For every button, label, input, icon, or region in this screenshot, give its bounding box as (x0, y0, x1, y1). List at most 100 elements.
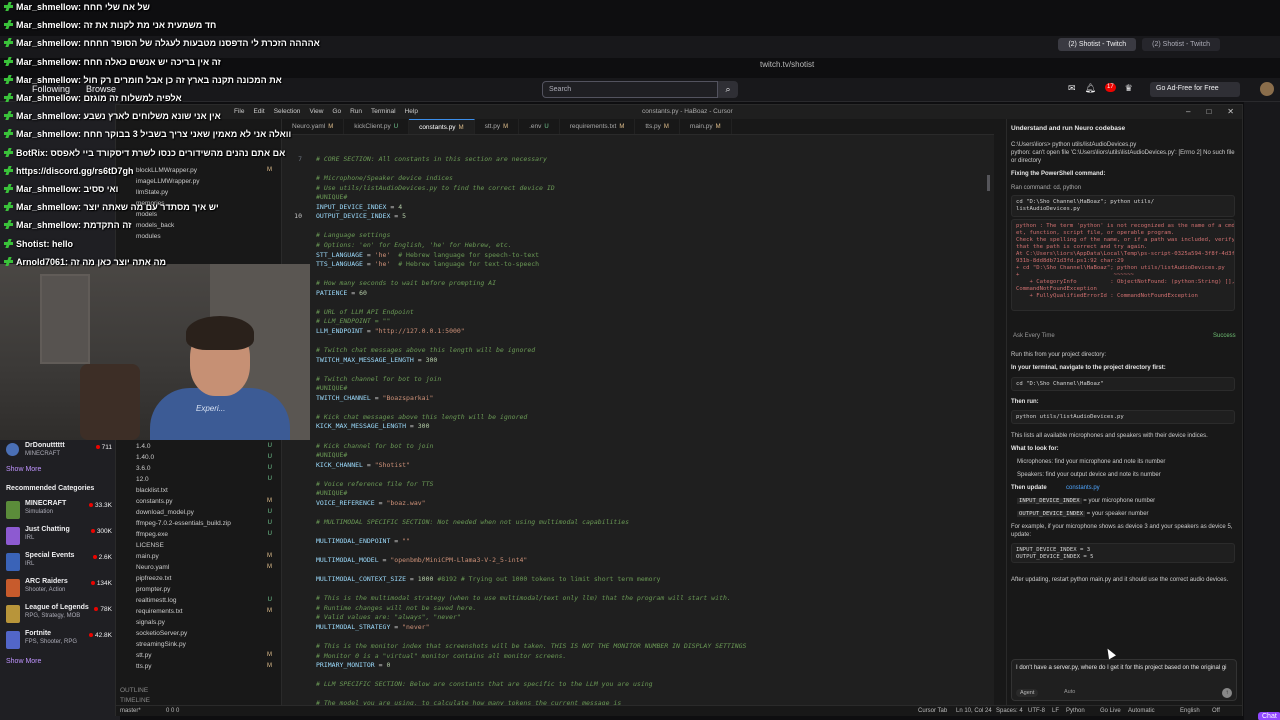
explorer-item[interactable]: Neuro.yaml M (136, 564, 276, 574)
avatar[interactable] (1260, 82, 1274, 96)
explorer-item[interactable]: 3.6.0 U (136, 465, 276, 475)
browser-tab[interactable]: (2) Shotist - Twitch (1142, 38, 1220, 51)
explorer-item[interactable]: realtimestt.log U (136, 597, 276, 607)
chat-button[interactable]: Chat (1258, 712, 1280, 720)
explorer-item[interactable]: main.py M (136, 553, 276, 563)
automatic-mode[interactable]: Automatic (1128, 708, 1155, 714)
editor-tab[interactable]: stt.py M (475, 119, 520, 134)
show-more-link[interactable]: Show More (6, 658, 41, 665)
explorer-item[interactable]: tts.py M (136, 663, 276, 673)
category-item[interactable]: Special Events IRL 2.6K (6, 552, 116, 574)
explorer-item[interactable]: blacklist.txt (136, 487, 276, 497)
address-bar[interactable]: twitch.tv/shotist (760, 60, 940, 74)
search-icon[interactable]: ⌕ (718, 81, 738, 98)
chat-username[interactable]: Mar_shmellow (16, 38, 78, 48)
explorer-item[interactable]: constants.py M (136, 498, 276, 508)
go-live[interactable]: Go Live (1100, 708, 1121, 714)
menu-run[interactable]: Run (350, 108, 362, 115)
followed-channel[interactable]: DrDonutttttt MINECRAFT 711 (6, 442, 116, 464)
explorer-item[interactable]: socketioServer.py (136, 630, 276, 640)
language-mode[interactable]: Python (1066, 708, 1085, 714)
notification-count: 17 (1104, 83, 1116, 92)
chat-username[interactable]: Mar_shmellow (16, 93, 78, 103)
explorer-item[interactable]: 1.40.0 U (136, 454, 276, 464)
chat-username[interactable]: Mar_shmellow (16, 220, 78, 230)
notifications-icon[interactable]: 🔔︎ (1085, 83, 1096, 94)
editor-tab[interactable]: main.py M (680, 119, 732, 134)
inbox-icon[interactable]: ✉ (1068, 83, 1076, 94)
run-command[interactable]: python utils/listAudioDevices.py (1011, 410, 1235, 424)
chat-username[interactable]: Shotist (16, 239, 47, 249)
chat-username[interactable]: Mar_shmellow (16, 75, 78, 85)
category-item[interactable]: League of Legends RPG, Strategy, MOB 78K (6, 604, 116, 626)
chat-username[interactable]: BotRix (16, 148, 45, 158)
example-code[interactable]: INPUT_DEVICE_INDEX = 3 OUTPUT_DEVICE_IND… (1011, 543, 1235, 563)
ad-free-button[interactable]: Go Ad-Free for Free (1150, 82, 1240, 97)
send-icon[interactable]: ↑ (1222, 688, 1232, 698)
off-indicator[interactable]: Off (1212, 708, 1220, 714)
category-item[interactable]: Fortnite FPS, Shooter, RPG 42.8K (6, 630, 116, 652)
editor-tab[interactable]: requirements.txt M (560, 119, 636, 134)
editor-tab[interactable]: .env U (519, 119, 560, 134)
ask-every-time[interactable]: Ask Every Time (1013, 332, 1055, 340)
chat-username[interactable]: Mar_shmellow (16, 184, 78, 194)
chat-input[interactable]: I don't have a server.py, where do I get… (1011, 659, 1237, 701)
command-block[interactable]: cd "D:\Sho Channel\HaBoaz"; python utils… (1011, 195, 1235, 217)
explorer-item[interactable]: stt.py M (136, 652, 276, 662)
show-more-link[interactable]: Show More (6, 466, 41, 473)
chat-username[interactable]: Mar_shmellow (16, 129, 78, 139)
explorer-item[interactable]: pipfreeze.txt (136, 575, 276, 585)
editor-tab[interactable]: tts.py M (635, 119, 680, 134)
explorer-item[interactable]: ffmpeg.exe U (136, 531, 276, 541)
chat-username[interactable]: Mar_shmellow (16, 57, 78, 67)
constants-file-link[interactable]: constants.py (1066, 484, 1100, 492)
crown-icon[interactable]: ♛ (1125, 83, 1133, 94)
menu-help[interactable]: Help (405, 108, 418, 115)
chat-username[interactable]: Mar_shmellow (16, 2, 78, 12)
cursor-tab-status[interactable]: Cursor Tab (918, 708, 947, 714)
explorer-item[interactable]: streamingSink.py (136, 641, 276, 651)
editor-tabs: Neuro.yaml MkickClient.py Uconstants.py Mst… (282, 119, 994, 135)
indentation[interactable]: Spaces: 4 (996, 708, 1023, 714)
explorer-item[interactable]: requirements.txt M (136, 608, 276, 618)
minimize-icon[interactable]: – (1186, 107, 1190, 116)
maximize-icon[interactable]: □ (1206, 107, 1211, 116)
menu-go[interactable]: Go (332, 108, 341, 115)
cd-command[interactable]: cd "D:\Sho Channel\HaBoaz" (1011, 377, 1235, 391)
close-icon[interactable]: ✕ (1227, 107, 1234, 116)
model-select[interactable]: Auto (1064, 689, 1075, 695)
file-name: 1.40.0 (136, 454, 155, 461)
search-input[interactable]: Search (542, 81, 718, 98)
menu-terminal[interactable]: Terminal (371, 108, 396, 115)
category-item[interactable]: ARC Raiders Shooter, Action 134K (6, 578, 116, 600)
editor-tab[interactable]: constants.py M (409, 119, 475, 134)
explorer-item[interactable]: 1.4.0 U (136, 443, 276, 453)
category-item[interactable]: Just Chatting IRL 300K (6, 526, 116, 548)
chat-input-text[interactable]: I don't have a server.py, where do I get… (1016, 664, 1234, 672)
agent-mode-select[interactable]: Agent (1016, 689, 1039, 697)
code-comment: # Monitor 0 is a "virtual" monitor conta… (316, 651, 567, 660)
chat-username[interactable]: Arnold7061 (16, 257, 65, 267)
code-content: PRIMARY_MONITOR = 0 (316, 661, 391, 670)
category-item[interactable]: MINECRAFT Simulation 33.3K (6, 500, 116, 522)
cursor-position[interactable]: Ln 10, Col 24 (956, 708, 992, 714)
eol[interactable]: LF (1052, 708, 1059, 714)
problems-indicator[interactable]: 0 0 0 (166, 708, 179, 714)
explorer-item[interactable]: prompter.py (136, 586, 276, 596)
chat-username[interactable]: Mar_shmellow (16, 202, 78, 212)
explorer-item[interactable]: ffmpeg-7.0.2-essentials_build.zip U (136, 520, 276, 530)
outline-section[interactable]: OUTLINE (120, 687, 260, 697)
chat-username[interactable]: Mar_shmellow (16, 20, 78, 30)
browser-tab[interactable]: (2) Shotist - Twitch (1058, 38, 1137, 51)
explorer-item[interactable]: download_model.py U (136, 509, 276, 519)
encoding[interactable]: UTF-8 (1028, 708, 1045, 714)
explorer-item[interactable]: signals.py (136, 619, 276, 629)
explorer-item[interactable]: LICENSE (136, 542, 276, 552)
input-language[interactable]: English (1180, 708, 1200, 714)
explorer-item[interactable]: 12.0 U (136, 476, 276, 486)
code-editor[interactable]: 7 # CORE SECTION: All constants in this s… (282, 135, 994, 705)
chat-username[interactable]: Mar_shmellow (16, 111, 78, 121)
editor-tab[interactable]: kickClient.py U (344, 119, 410, 134)
branch-indicator[interactable]: master* (120, 708, 141, 714)
